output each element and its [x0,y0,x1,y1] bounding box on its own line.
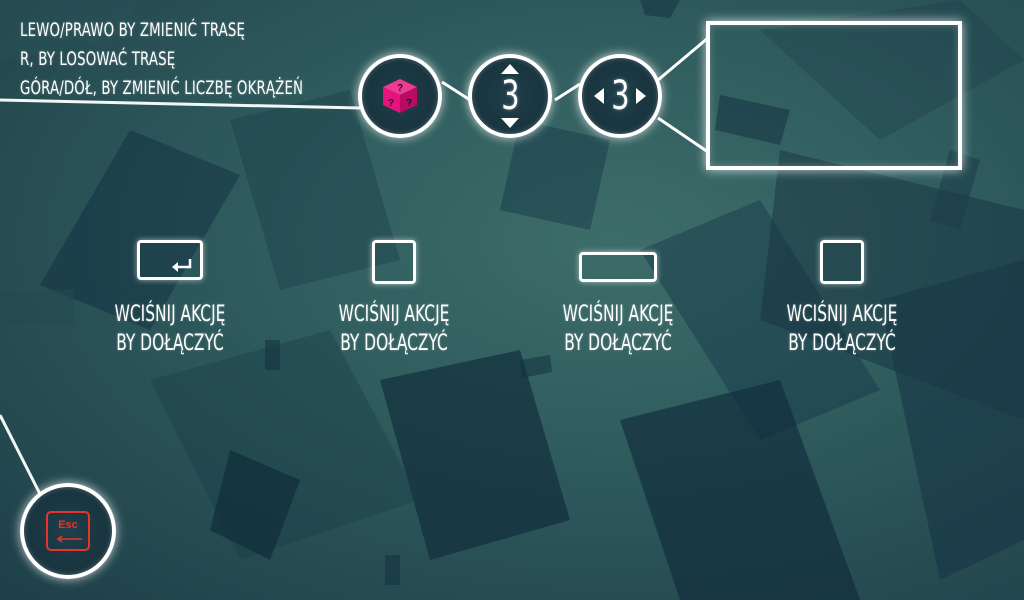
svg-text:?: ? [397,83,403,94]
player-slot-4: WCIŚNIJ AKCJĘ BY DOŁĄCZYĆ [742,240,942,358]
svg-text:?: ? [406,98,412,109]
player-3-prompt-line2: BY DOŁĄCZYĆ [564,331,672,356]
arrow-down-icon[interactable] [501,118,519,128]
player-4-prompt-line1: WCIŚNIJ AKCJĘ [786,302,898,327]
player-3-prompt-line1: WCIŚNIJ AKCJĘ [562,302,674,327]
player-2-prompt-line1: WCIŚNIJ AKCJĘ [338,302,450,327]
player-4-prompt-line2: BY DOŁĄCZYĆ [788,331,896,356]
arrow-right-icon[interactable] [636,88,647,104]
instruction-random-track: R, BY LOSOWAĆ TRASĘ [20,48,176,70]
arrow-left-icon[interactable] [593,88,604,104]
player-slot-2: WCIŚNIJ AKCJĘ BY DOŁĄCZYĆ [294,240,494,358]
instructions-panel: LEWO/PRAWO BY ZMIENIĆ TRASĘ R, BY LOSOWA… [20,16,303,103]
esc-back-button[interactable]: Esc [20,483,116,579]
track-preview-frame [706,21,962,170]
player-slot-1: WCIŚNIJ AKCJĘ BY DOŁĄCZYĆ [70,240,270,358]
svg-text:?: ? [388,98,394,109]
enter-key-icon [137,240,203,280]
track-value: 3 [610,73,630,119]
square-key-icon [372,240,416,284]
back-arrow-icon [56,535,82,543]
dice-icon: ? ? ? [383,79,417,113]
instruction-change-track: LEWO/PRAWO BY ZMIENIĆ TRASĘ [20,19,246,41]
laps-value: 3 [500,73,520,119]
instruction-change-laps: GÓRA/DÓŁ, BY ZMIENIĆ LICZBĘ OKRĄŻEŃ [20,77,304,99]
random-track-button[interactable]: ? ? ? [358,54,442,138]
space-key-icon [579,252,657,282]
player-2-prompt-line2: BY DOŁĄCZYĆ [340,331,448,356]
player-slot-3: WCIŚNIJ AKCJĘ BY DOŁĄCZYĆ [518,240,718,358]
esc-key-icon: Esc [46,511,90,551]
square-key-icon [820,240,864,284]
player-1-prompt-line2: BY DOŁĄCZYĆ [116,331,224,356]
track-selector[interactable]: 3 [578,54,662,138]
player-1-prompt-line1: WCIŚNIJ AKCJĘ [114,302,226,327]
esc-label: Esc [58,519,78,531]
laps-selector[interactable]: 3 [468,54,552,138]
